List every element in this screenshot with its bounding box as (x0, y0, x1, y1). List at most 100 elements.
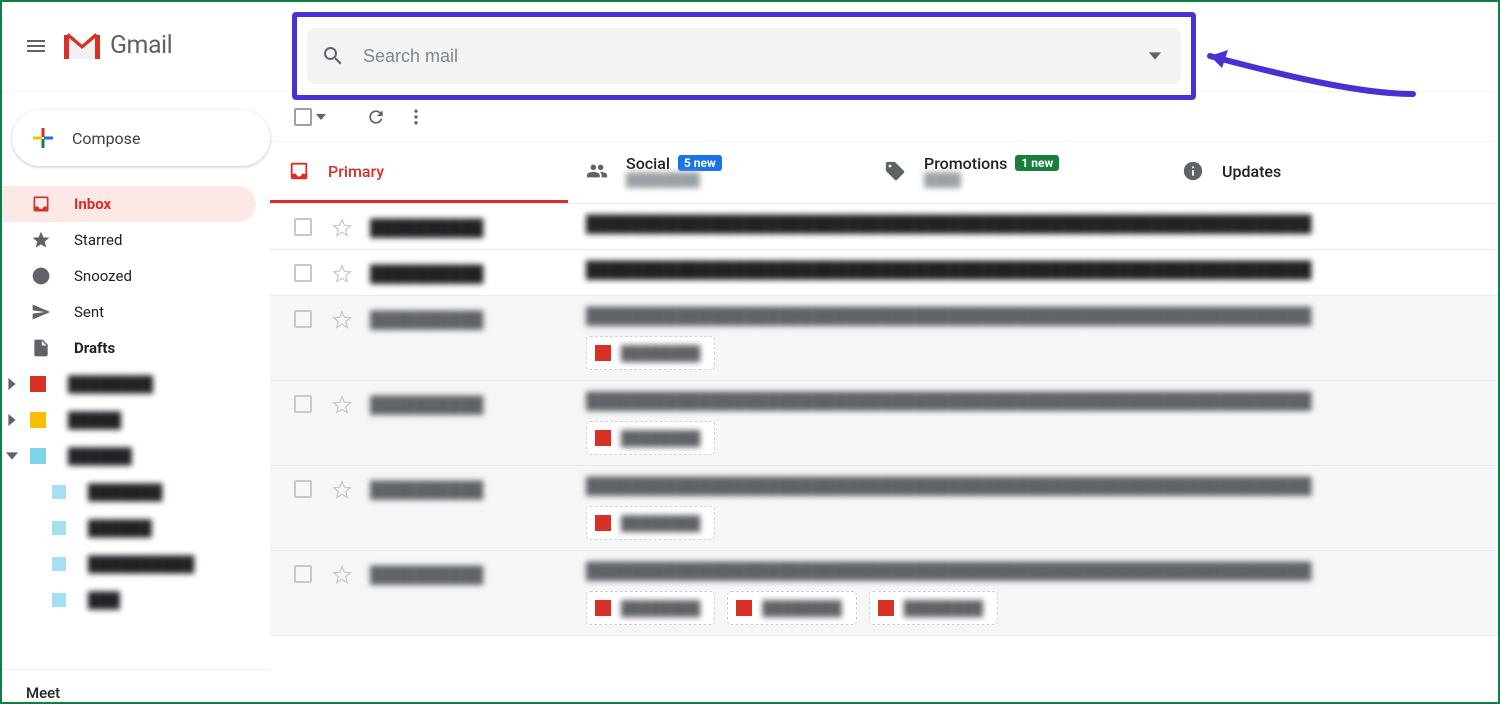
sidebar-sublabel-item[interactable]: ███████ (0, 474, 256, 510)
tab-updates[interactable]: Updates (1164, 142, 1424, 203)
mail-row[interactable]: ████████████████████████████████████████… (270, 381, 1500, 466)
sidebar-label-text: ███ (88, 591, 120, 609)
select-all-checkbox[interactable] (294, 107, 326, 126)
mail-row[interactable]: ████████████████████████████████████████… (270, 466, 1500, 551)
label-color-icon (52, 521, 66, 535)
attachment-chips: ████████ (586, 506, 1490, 540)
attachment-icon (878, 600, 894, 616)
attachment-chip[interactable]: ████████ (586, 336, 715, 370)
caret-down-icon (316, 112, 326, 122)
attachment-name: ████████ (621, 345, 700, 362)
attachment-icon (736, 600, 752, 616)
chevron-right-icon (6, 378, 18, 390)
sidebar-label-item[interactable]: ██████ (0, 438, 256, 474)
label-color-icon (30, 448, 46, 464)
tab-badge: 1 new (1015, 155, 1059, 171)
row-subject: ████████████████████████████████████████… (586, 306, 1490, 326)
mail-row[interactable]: ████████████████████████████████████████… (270, 204, 1500, 250)
row-subject: ████████████████████████████████████████… (586, 476, 1490, 496)
search-bar[interactable] (307, 28, 1181, 84)
attachment-chip[interactable]: ████████ (727, 591, 856, 625)
attachment-icon (595, 600, 611, 616)
tab-primary[interactable]: Primary (270, 142, 568, 203)
attachment-chip[interactable]: ████████ (586, 421, 715, 455)
sidebar-item-snoozed[interactable]: Snoozed (0, 258, 256, 294)
attachment-chip[interactable]: ████████ (869, 591, 998, 625)
mail-row[interactable]: ████████████████████████████████████████… (270, 296, 1500, 381)
sidebar-sublabel-item[interactable]: ███ (0, 582, 256, 618)
attachment-icon (595, 515, 611, 531)
sidebar: Compose Inbox Starred Snoozed Sent Draft… (0, 92, 270, 702)
sidebar-item-starred[interactable]: Starred (0, 222, 256, 258)
attachment-chip[interactable]: ████████ (586, 591, 715, 625)
tab-promotions[interactable]: Promotions 1 new ████ (866, 142, 1164, 203)
attachment-chip[interactable]: ████████ (586, 506, 715, 540)
compose-button[interactable]: Compose (12, 110, 270, 166)
row-sender: ██████████ (370, 565, 586, 585)
row-checkbox[interactable] (294, 480, 312, 498)
row-star[interactable] (332, 310, 352, 330)
attachment-name: ████████ (762, 600, 841, 617)
sidebar-label-item[interactable]: █████ (0, 402, 256, 438)
row-star[interactable] (332, 395, 352, 415)
sidebar-sublabel-item[interactable]: ██████ (0, 510, 256, 546)
row-star[interactable] (332, 264, 352, 284)
sidebar-nav: Inbox Starred Snoozed Sent Drafts (0, 186, 270, 618)
tag-icon (884, 160, 906, 182)
chevron-right-icon (6, 414, 18, 426)
select-dropdown[interactable] (316, 107, 326, 126)
mail-row[interactable]: ████████████████████████████████████████… (270, 250, 1500, 296)
row-sender: ██████████ (370, 310, 586, 330)
mail-list: ████████████████████████████████████████… (270, 204, 1500, 702)
category-tabs: Primary Social 5 new ████████ Promotions (270, 142, 1500, 204)
row-checkbox[interactable] (294, 218, 312, 236)
search-options-dropdown[interactable] (1143, 44, 1167, 68)
row-sender: ██████████ (370, 480, 586, 500)
hamburger-icon (24, 34, 48, 58)
row-star[interactable] (332, 565, 352, 585)
sidebar-label-text: ██████ (68, 447, 132, 465)
sidebar-item-label: Sent (74, 303, 104, 321)
attachment-icon (595, 345, 611, 361)
attachment-name: ████████ (621, 430, 700, 447)
sidebar-item-inbox[interactable]: Inbox (0, 186, 256, 222)
label-color-icon (52, 593, 66, 607)
attachment-icon (595, 430, 611, 446)
row-star[interactable] (332, 480, 352, 500)
tab-social[interactable]: Social 5 new ████████ (568, 142, 866, 203)
tab-label: Updates (1222, 162, 1281, 181)
refresh-button[interactable] (356, 97, 396, 137)
sidebar-item-drafts[interactable]: Drafts (0, 330, 256, 366)
sidebar-label-text: ██████ (88, 519, 152, 537)
attachment-name: ████████ (904, 600, 983, 617)
sidebar-label-item[interactable]: ████████ (0, 366, 256, 402)
more-button[interactable] (396, 97, 436, 137)
tab-badge: 5 new (678, 155, 722, 171)
row-checkbox[interactable] (294, 264, 312, 282)
sidebar-label-text: █████ (68, 411, 121, 429)
checkbox-icon (294, 108, 312, 126)
chevron-down-icon (6, 450, 18, 462)
send-icon (30, 301, 52, 323)
mail-row[interactable]: ████████████████████████████████████████… (270, 551, 1500, 636)
sidebar-label-text: ████████ (68, 375, 153, 393)
gmail-logo[interactable]: Gmail (64, 31, 172, 60)
search-highlight-box (292, 12, 1196, 100)
row-checkbox[interactable] (294, 310, 312, 328)
meet-section-header: Meet (0, 669, 270, 702)
row-star[interactable] (332, 218, 352, 238)
row-checkbox[interactable] (294, 565, 312, 583)
header: Gmail (0, 0, 1500, 92)
gmail-m-icon (64, 32, 100, 59)
main-menu-button[interactable] (12, 22, 60, 70)
label-color-icon (52, 485, 66, 499)
row-checkbox[interactable] (294, 395, 312, 413)
clock-icon (30, 265, 52, 287)
attachment-chips: ████████ (586, 336, 1490, 370)
sidebar-sublabel-item[interactable]: ██████████ (0, 546, 256, 582)
search-input[interactable] (363, 46, 1143, 67)
plus-icon (30, 125, 56, 151)
label-color-icon (30, 412, 46, 428)
sidebar-item-sent[interactable]: Sent (0, 294, 256, 330)
gmail-logo-text: Gmail (110, 31, 172, 60)
